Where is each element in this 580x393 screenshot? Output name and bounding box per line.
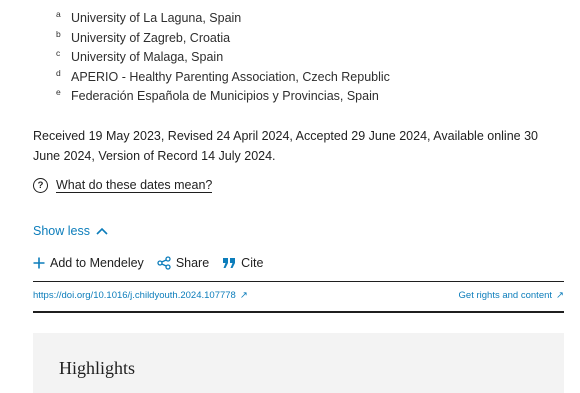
affiliations-list: a University of La Laguna, Spain b Univers…	[56, 9, 390, 107]
external-link-icon: ↗	[239, 290, 248, 301]
affiliation-item: e Federación Española de Municipios y Pro…	[56, 87, 390, 107]
share-button[interactable]: Share	[157, 256, 209, 270]
show-less-button[interactable]: Show less	[33, 224, 108, 238]
plus-icon	[33, 257, 45, 269]
highlights-panel: Highlights	[33, 333, 564, 393]
affiliation-item: c University of Malaga, Spain	[56, 48, 390, 68]
share-label: Share	[175, 256, 210, 270]
affiliation-item: d APERIO - Healthy Parenting Association,…	[56, 68, 390, 88]
add-to-mendeley-label: Add to Mendeley	[50, 256, 144, 270]
affiliation-text: APERIO - Healthy Parenting Association, …	[71, 69, 390, 84]
doi-link[interactable]: https://doi.org/10.1016/j.childyouth.202…	[33, 290, 248, 301]
affiliation-item: a University of La Laguna, Spain	[56, 9, 390, 29]
divider	[33, 311, 564, 313]
cite-button[interactable]: Cite	[222, 256, 263, 270]
affiliation-text: University of Malaga, Spain	[71, 50, 224, 65]
rights-link-text: Get rights and content	[458, 290, 553, 301]
affiliation-text: University of Zagreb, Croatia	[71, 30, 231, 45]
dates-help[interactable]: ? What do these dates mean?	[33, 178, 213, 193]
cite-label: Cite	[241, 256, 264, 270]
external-link-icon: ↗	[556, 290, 564, 301]
add-to-mendeley-button[interactable]: Add to Mendeley	[33, 256, 144, 270]
affiliation-text: Federación Española de Municipios y Prov…	[71, 89, 379, 104]
rights-link[interactable]: Get rights and content ↗	[459, 290, 564, 301]
affiliation-text: University of La Laguna, Spain	[71, 11, 242, 25]
affiliation-marker: a	[56, 9, 61, 19]
question-circle-icon: ?	[33, 178, 48, 193]
affiliation-marker: d	[56, 67, 61, 78]
show-less-label: Show less	[33, 224, 90, 238]
affiliation-marker: c	[56, 48, 61, 59]
affiliation-marker: b	[56, 28, 61, 39]
dates-help-link[interactable]: What do these dates mean?	[56, 178, 213, 193]
chevron-up-icon	[96, 227, 108, 235]
share-icon	[157, 256, 171, 270]
doi-link-text: https://doi.org/10.1016/j.childyouth.202…	[33, 290, 236, 301]
highlights-heading: Highlights	[59, 358, 136, 378]
divider	[33, 281, 564, 282]
quote-icon	[223, 258, 236, 268]
affiliation-item: b University of Zagreb, Croatia	[56, 29, 390, 49]
article-dates: Received 19 May 2023, Revised 24 April 2…	[33, 129, 538, 163]
article-actions: Add to Mendeley Share Cite	[33, 256, 276, 270]
affiliation-marker: e	[56, 87, 61, 98]
